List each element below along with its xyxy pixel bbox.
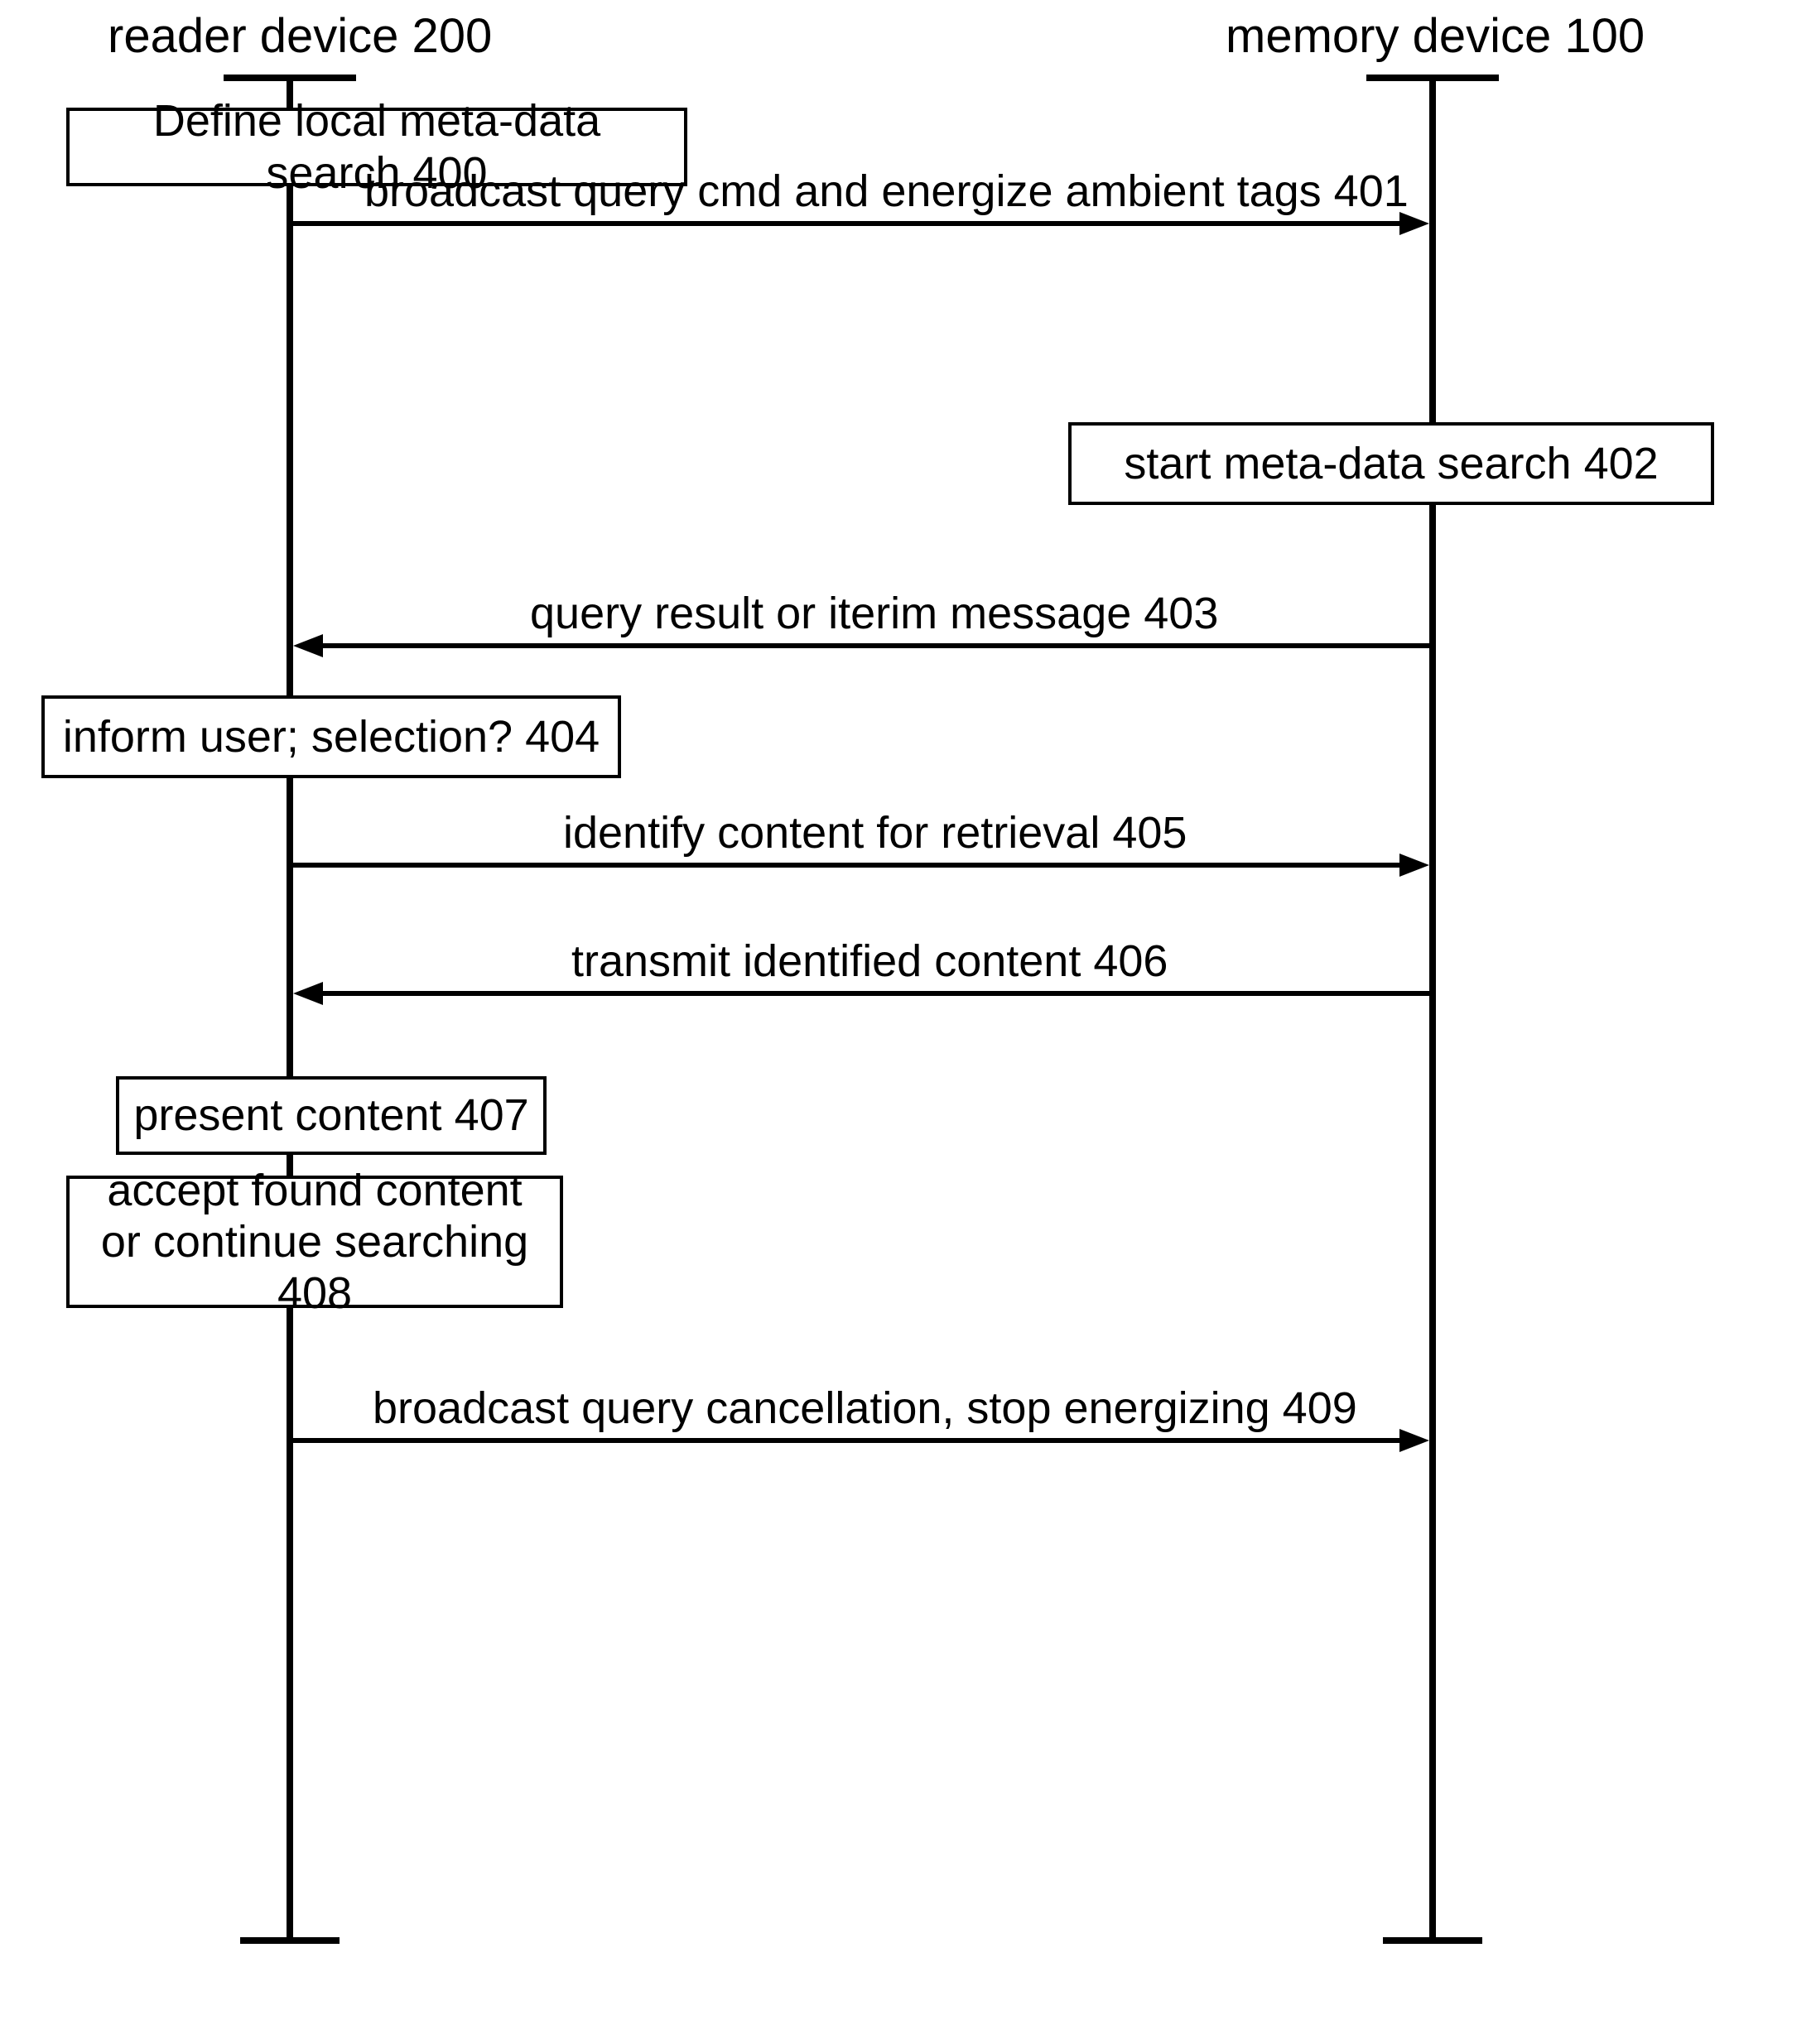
box-404-inform-user: inform user; selection? 404 [41, 695, 621, 778]
label-409: broadcast query cancellation, stop energ… [373, 1383, 1357, 1434]
reader-lifeline-foot [240, 1937, 340, 1944]
box-402-start-search: start meta-data search 402 [1068, 422, 1714, 505]
participant-reader-label: reader device 200 [108, 8, 492, 64]
label-403: query result or iterim message 403 [530, 588, 1218, 639]
box-408-accept-or-continue: accept found content or continue searchi… [66, 1176, 563, 1308]
sequence-diagram: reader device 200 memory device 100 Defi… [0, 0, 1816, 2044]
participant-memory-label: memory device 100 [1226, 8, 1645, 64]
memory-lifeline-foot [1383, 1937, 1482, 1944]
box-407-present-content: present content 407 [116, 1076, 547, 1155]
label-406: transmit identified content 406 [571, 935, 1168, 987]
label-401: broadcast query cmd and energize ambient… [364, 166, 1409, 217]
label-405: identify content for retrieval 405 [563, 807, 1187, 858]
